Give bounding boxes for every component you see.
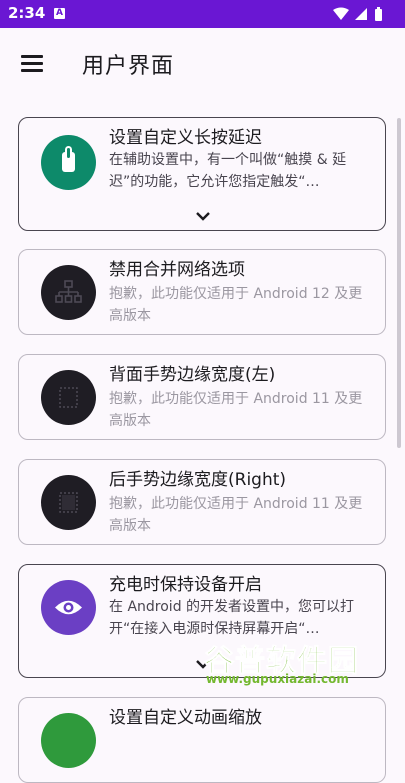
setting-card-disable-merged-network[interactable]: 禁用合并网络选项 抱歉，此功能仅适用于 Android 12 及更高版本 <box>18 249 386 335</box>
watermark-url: www.gupuxiazai.com <box>206 672 349 686</box>
system-icons <box>331 6 395 26</box>
animation-icon <box>41 713 96 768</box>
card-title: 禁用合并网络选项 <box>109 260 245 280</box>
edge-left-icon <box>41 370 96 425</box>
card-description: 抱歉，此功能仅适用于 Android 11 及更高版本 <box>109 496 363 534</box>
card-description: 抱歉，此功能仅适用于 Android 12 及更高版本 <box>109 286 363 324</box>
card-title: 背面手势边缘宽度(左) <box>109 365 276 385</box>
signal-icon <box>355 8 367 20</box>
card-title: 设置自定义长按延迟 <box>109 128 262 148</box>
scrollbar[interactable] <box>397 118 401 448</box>
hamburger-menu-icon[interactable] <box>14 48 50 78</box>
card-title: 后手势边缘宽度(Right) <box>109 470 287 490</box>
watermark: 谷普软件园 www.gupuxiazai.com <box>196 632 405 687</box>
wifi-icon <box>333 7 349 20</box>
setting-card-back-gesture-right[interactable]: 后手势边缘宽度(Right) 抱歉，此功能仅适用于 Android 11 及更高… <box>18 459 386 545</box>
battery-icon <box>375 7 382 21</box>
card-description: 在辅助设置中，有一个叫做“触摸 & 延迟”的功能，它允许您指定触发“… <box>109 152 347 190</box>
top-app-bar: 用户界面 <box>0 28 405 100</box>
notification-icon: A <box>54 8 65 19</box>
status-bar: 2:34 A <box>0 0 405 28</box>
page-title: 用户界面 <box>82 54 175 79</box>
card-title: 设置自定义动画缩放 <box>109 708 262 728</box>
card-description: 抱歉，此功能仅适用于 Android 11 及更高版本 <box>109 391 363 429</box>
card-title: 充电时保持设备开启 <box>109 575 262 595</box>
setting-card-back-gesture-left[interactable]: 背面手势边缘宽度(左) 抱歉，此功能仅适用于 Android 11 及更高版本 <box>18 354 386 440</box>
status-time: 2:34 <box>8 4 46 22</box>
touch-hand-icon <box>41 135 96 190</box>
setting-card-long-press-delay[interactable]: 设置自定义长按延迟 在辅助设置中，有一个叫做“触摸 & 延迟”的功能，它允许您指… <box>18 117 386 231</box>
network-icon <box>41 265 96 320</box>
eye-icon <box>41 580 96 635</box>
edge-right-icon <box>41 475 96 530</box>
setting-card-custom-animation-scale[interactable]: 设置自定义动画缩放 <box>18 697 386 783</box>
chevron-down-icon[interactable] <box>195 211 211 221</box>
